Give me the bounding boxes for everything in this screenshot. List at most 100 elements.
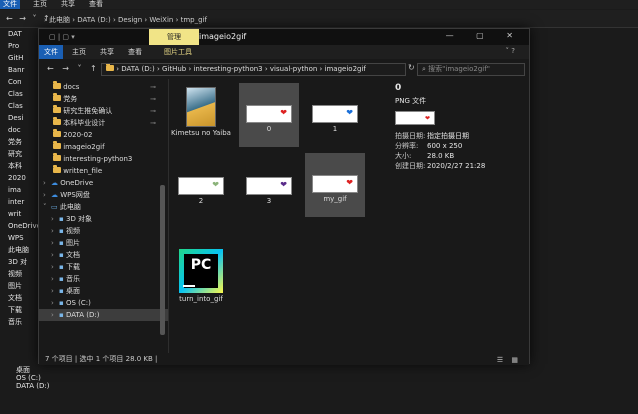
ribbon-tab-0[interactable]: 文件 — [39, 45, 63, 59]
back-menu-2[interactable]: 共享 — [58, 0, 78, 9]
sidebar-scrollbar[interactable] — [160, 185, 165, 335]
library-icon: ▪ — [59, 263, 64, 271]
back-sidebar-item[interactable]: Clas — [0, 100, 40, 112]
nav-item-label: 下载 — [65, 263, 80, 271]
back-sidebar-item[interactable]: writ — [0, 208, 40, 220]
ribbon-tab-2[interactable]: 共享 — [95, 45, 119, 59]
pin-icon[interactable]: ⊸ — [150, 105, 156, 117]
nav-item[interactable]: › ▪ DATA (D:) — [39, 309, 168, 321]
nav-item-label: interesting-python3 — [63, 155, 133, 163]
pin-icon[interactable]: ⊸ — [150, 117, 156, 129]
back-sidebar-item[interactable]: WPS — [0, 232, 40, 244]
image-thumbnail: ❤ — [246, 177, 292, 195]
back-sidebar-item[interactable]: GitH — [0, 52, 40, 64]
back-menu-0[interactable]: 文件 — [0, 0, 20, 9]
back-sidebar-item[interactable]: 3D 对 — [0, 256, 40, 268]
nav-item[interactable]: › ▪ 桌面 — [39, 285, 168, 297]
view-toggle-icons[interactable]: ☰ ▦ — [497, 354, 521, 366]
back-bottom-item[interactable]: 桌面 — [0, 366, 130, 374]
status-bar: 7 个项目 | 选中 1 个项目 28.0 KB | ☰ ▦ — [39, 353, 529, 365]
back-menu-1[interactable]: 主页 — [30, 0, 50, 9]
nav-item[interactable]: docs ⊸ — [39, 81, 168, 93]
nav-item[interactable]: written_file — [39, 165, 168, 177]
back-sidebar-item[interactable]: 2020 — [0, 172, 40, 184]
nav-item[interactable]: › ▪ OS (C:) — [39, 297, 168, 309]
nav-buttons[interactable]: ← → ˅ ↑ — [47, 64, 100, 73]
back-sidebar-item[interactable]: doc — [0, 124, 40, 136]
back-sidebar-item[interactable]: 音乐 — [0, 316, 40, 328]
search-input[interactable]: ⌕ 搜索"imageio2gif" — [417, 63, 525, 76]
nav-item[interactable]: imageio2gif — [39, 141, 168, 153]
ribbon-tab-3[interactable]: 查看 — [123, 45, 147, 59]
nav-item[interactable]: 本科毕业设计 ⊸ — [39, 117, 168, 129]
file-tile[interactable]: PC turn_into_gif — [171, 249, 231, 304]
nav-item[interactable]: › ▪ 文档 — [39, 249, 168, 261]
file-name: 1 — [332, 125, 338, 133]
refresh-icon[interactable]: ↻ — [408, 63, 415, 72]
pin-icon[interactable]: ⊸ — [150, 81, 156, 93]
file-tile[interactable]: ❤ my_gif — [305, 153, 365, 217]
quick-access-toolbar[interactable]: ▢ | ▢ ▾ — [49, 33, 75, 41]
nav-item[interactable]: › ▪ 音乐 — [39, 273, 168, 285]
back-window-addressbar: ← → ˅ ↑ › 此电脑 › DATA (D:) › Design › Wei… — [0, 10, 638, 28]
pin-icon[interactable]: ⊸ — [150, 93, 156, 105]
nav-item[interactable]: ˅ ▭ 此电脑 — [39, 201, 168, 213]
details-key: 大小: — [395, 152, 412, 160]
file-tile[interactable]: ❤ 2 — [171, 169, 231, 206]
library-icon: ▪ — [59, 227, 64, 235]
back-sidebar-item[interactable]: 本科 — [0, 160, 40, 172]
folder-icon — [53, 141, 61, 149]
back-sidebar-item[interactable]: 党务 — [0, 136, 40, 148]
window-controls[interactable]: — ▢ ✕ — [446, 31, 523, 40]
nav-item[interactable]: 研究生推免确认 ⊸ — [39, 105, 168, 117]
back-sidebar-item[interactable]: inter — [0, 196, 40, 208]
file-tile[interactable]: Kimetsu no Yaiba — [171, 87, 231, 138]
back-sidebar-item[interactable]: 文档 — [0, 292, 40, 304]
back-bottom-item[interactable]: DATA (D:) — [0, 382, 130, 390]
chevron-down-icon: ˅ — [43, 203, 47, 211]
back-sidebar-item[interactable]: OneDrive — [0, 220, 40, 232]
file-tile[interactable]: ❤ 3 — [239, 169, 299, 206]
file-tile[interactable]: ❤ 1 — [305, 97, 365, 134]
nav-item[interactable]: interesting-python3 — [39, 153, 168, 165]
back-sidebar-item[interactable]: 下载 — [0, 304, 40, 316]
chevron-right-icon: › — [51, 287, 54, 295]
chevron-right-icon: › — [51, 239, 54, 247]
nav-item[interactable]: › ▪ 下载 — [39, 261, 168, 273]
back-sidebar-item[interactable]: 图片 — [0, 280, 40, 292]
ribbon-expand-help[interactable]: ˅ ? — [506, 47, 515, 55]
nav-item[interactable]: › ☁ OneDrive — [39, 177, 168, 189]
ribbon-tab-4[interactable]: 图片工具 — [159, 45, 197, 59]
details-row: 拍摄日期: 指定拍摄日期 — [395, 131, 469, 141]
manage-context-tab[interactable]: 管理 — [149, 29, 199, 45]
ribbon-tab-1[interactable]: 主页 — [67, 45, 91, 59]
nav-item-label: written_file — [63, 167, 103, 175]
file-tile[interactable]: ❤ 0 — [239, 83, 299, 147]
nav-item[interactable]: 党务 ⊸ — [39, 93, 168, 105]
back-breadcrumb[interactable]: › 此电脑 › DATA (D:) › Design › WeiXin › tm… — [44, 15, 207, 25]
nav-item[interactable]: › ▪ 3D 对象 — [39, 213, 168, 225]
back-sidebar-item[interactable]: ima — [0, 184, 40, 196]
back-bottom-item[interactable]: OS (C:) — [0, 374, 130, 382]
nav-item[interactable]: › ▪ 视频 — [39, 225, 168, 237]
back-sidebar-item[interactable]: Desi — [0, 112, 40, 124]
back-sidebar-item[interactable]: 研究 — [0, 148, 40, 160]
back-sidebar-item[interactable]: DAT — [0, 28, 40, 40]
back-sidebar-item[interactable]: 此电脑 — [0, 244, 40, 256]
ribbon-tabs: ˅ ? 文件 主页 共享 查看 图片工具 — [39, 45, 529, 59]
back-sidebar-item[interactable]: Clas — [0, 88, 40, 100]
back-sidebar-item[interactable]: 视频 — [0, 268, 40, 280]
nav-item[interactable]: › ▪ 图片 — [39, 237, 168, 249]
file-name: 0 — [266, 125, 272, 133]
chevron-right-icon: › — [51, 251, 54, 259]
nav-item[interactable]: 2020-02 — [39, 129, 168, 141]
back-sidebar-item[interactable]: Con — [0, 76, 40, 88]
address-bar[interactable]: › DATA (D:) › GitHub › interesting-pytho… — [101, 63, 406, 76]
nav-item-label: 音乐 — [65, 275, 80, 283]
back-menu-3[interactable]: 查看 — [86, 0, 106, 9]
back-sidebar-item[interactable]: Banr — [0, 64, 40, 76]
back-sidebar-item[interactable]: Pro — [0, 40, 40, 52]
nav-item[interactable]: › ☁ WPS网盘 — [39, 189, 168, 201]
status-text: 7 个项目 | 选中 1 个项目 28.0 KB | — [45, 355, 158, 363]
window-title: imageio2gif — [199, 32, 247, 41]
